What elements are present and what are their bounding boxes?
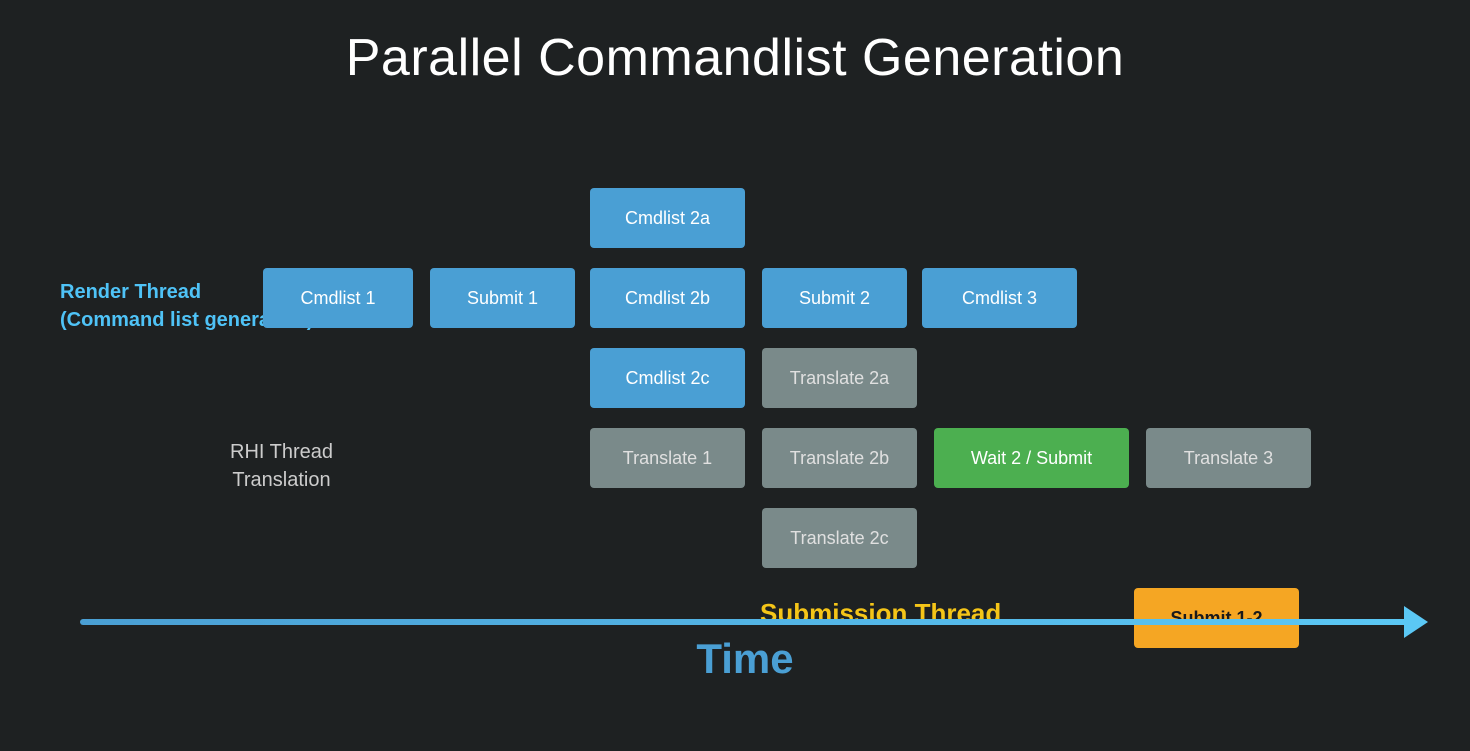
- diagram-area: Render Thread (Command list generation) …: [0, 120, 1470, 751]
- box-translate2c: Translate 2c: [762, 508, 917, 568]
- time-label: Time: [696, 635, 793, 683]
- box-translate2a: Translate 2a: [762, 348, 917, 408]
- rhi-thread-label: RHI Thread Translation: [230, 438, 333, 494]
- box-wait2-submit: Wait 2 / Submit: [934, 428, 1129, 488]
- box-cmdlist3: Cmdlist 3: [922, 268, 1077, 328]
- box-cmdlist1: Cmdlist 1: [263, 268, 413, 328]
- page-title: Parallel Commandlist Generation: [0, 0, 1470, 88]
- box-cmdlist2c: Cmdlist 2c: [590, 348, 745, 408]
- time-arrow-container: Time: [80, 619, 1410, 683]
- box-translate1: Translate 1: [590, 428, 745, 488]
- box-cmdlist2b: Cmdlist 2b: [590, 268, 745, 328]
- box-translate3: Translate 3: [1146, 428, 1311, 488]
- box-submit2: Submit 2: [762, 268, 907, 328]
- box-submit1: Submit 1: [430, 268, 575, 328]
- box-translate2b: Translate 2b: [762, 428, 917, 488]
- box-cmdlist2a: Cmdlist 2a: [590, 188, 745, 248]
- time-arrow: [80, 619, 1410, 625]
